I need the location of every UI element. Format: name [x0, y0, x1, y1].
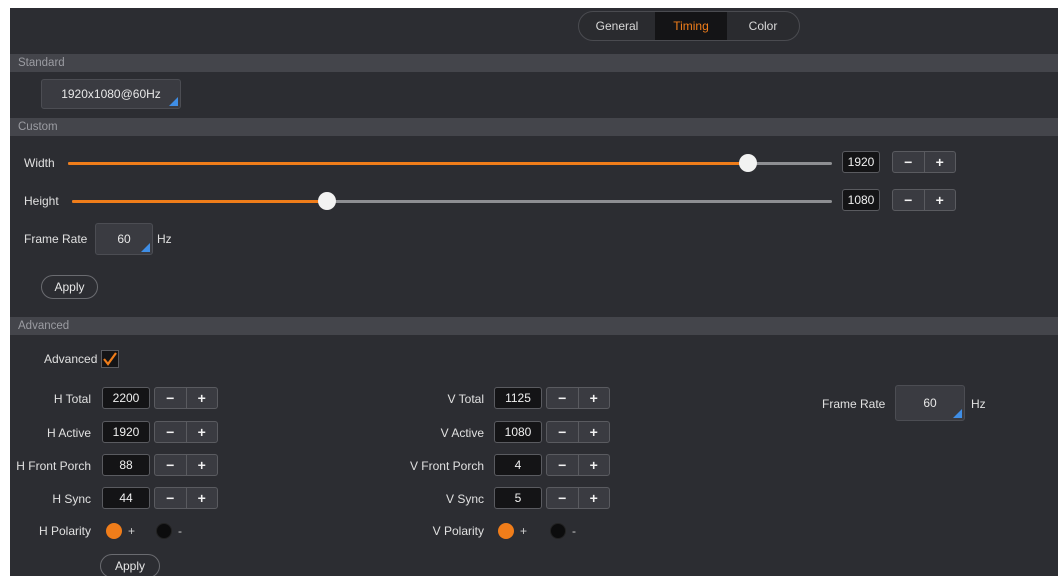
- h-front-porch-label: H Front Porch: [16, 459, 91, 473]
- v-total-label: V Total: [447, 392, 484, 406]
- custom-section-header: Custom: [10, 118, 1058, 136]
- h-polarity-negative-radio[interactable]: [156, 523, 172, 539]
- dropdown-corner-icon: [953, 409, 962, 418]
- advanced-frame-rate-value: 60: [923, 396, 937, 410]
- width-label: Width: [24, 156, 55, 170]
- h-active-plus-button[interactable]: +: [187, 422, 218, 442]
- v-front-porch-input[interactable]: 4: [494, 454, 542, 476]
- v-total-stepper: − +: [546, 387, 610, 409]
- custom-apply-button[interactable]: Apply: [41, 275, 98, 299]
- advanced-frame-rate-select[interactable]: 60: [895, 385, 965, 421]
- h-active-input[interactable]: 1920: [102, 421, 150, 443]
- v-sync-stepper: − +: [546, 487, 610, 509]
- h-front-porch-minus-button[interactable]: −: [155, 455, 187, 475]
- h-sync-stepper: − +: [154, 487, 218, 509]
- advanced-frame-rate-label: Frame Rate: [822, 397, 886, 411]
- h-total-label: H Total: [53, 392, 91, 406]
- width-slider-track[interactable]: [68, 162, 832, 165]
- dropdown-corner-icon: [169, 97, 178, 106]
- advanced-checkbox-label: Advanced: [44, 352, 98, 366]
- v-sync-label: V Sync: [445, 492, 484, 506]
- h-polarity-label: H Polarity: [38, 524, 91, 538]
- width-slider-thumb[interactable]: [739, 154, 757, 172]
- h-sync-plus-button[interactable]: +: [187, 488, 218, 508]
- h-active-label: H Active: [46, 426, 91, 440]
- v-polarity-positive-radio[interactable]: [498, 523, 514, 539]
- tab-general[interactable]: General: [579, 12, 655, 40]
- dropdown-corner-icon: [141, 243, 150, 252]
- v-total-minus-button[interactable]: −: [547, 388, 579, 408]
- height-slider-track[interactable]: [72, 200, 832, 203]
- height-input[interactable]: 1080: [842, 189, 880, 211]
- timing-panel: General Timing Color Standard 1920x1080@…: [10, 8, 1058, 576]
- width-input[interactable]: 1920: [842, 151, 880, 173]
- h-total-plus-button[interactable]: +: [187, 388, 218, 408]
- h-front-porch-input[interactable]: 88: [102, 454, 150, 476]
- height-slider-thumb[interactable]: [318, 192, 336, 210]
- height-plus-button[interactable]: +: [925, 190, 956, 210]
- v-front-porch-minus-button[interactable]: −: [547, 455, 579, 475]
- standard-resolution-value: 1920x1080@60Hz: [61, 87, 161, 101]
- width-slider-fill: [68, 162, 748, 165]
- v-polarity-positive-label: +: [520, 524, 528, 538]
- v-front-porch-label: V Front Porch: [409, 459, 484, 473]
- h-active-stepper: − +: [154, 421, 218, 443]
- custom-frame-rate-value: 60: [117, 232, 131, 246]
- v-polarity-negative-radio[interactable]: [550, 523, 566, 539]
- height-minus-button[interactable]: −: [893, 190, 925, 210]
- tab-color[interactable]: Color: [727, 12, 799, 40]
- v-polarity-negative-label: -: [572, 524, 576, 538]
- width-plus-button[interactable]: +: [925, 152, 956, 172]
- standard-section-header: Standard: [10, 54, 1058, 72]
- h-front-porch-stepper: − +: [154, 454, 218, 476]
- v-sync-input[interactable]: 5: [494, 487, 542, 509]
- height-slider-fill: [72, 200, 327, 203]
- h-polarity-negative-label: -: [178, 524, 182, 538]
- advanced-section-header: Advanced: [10, 317, 1058, 335]
- tab-bar: General Timing Color: [578, 11, 800, 41]
- h-total-minus-button[interactable]: −: [155, 388, 187, 408]
- v-active-stepper: − +: [546, 421, 610, 443]
- h-total-input[interactable]: 2200: [102, 387, 150, 409]
- advanced-frame-rate-unit: Hz: [971, 397, 986, 411]
- tab-timing[interactable]: Timing: [655, 12, 727, 40]
- h-polarity-positive-radio[interactable]: [106, 523, 122, 539]
- v-active-minus-button[interactable]: −: [547, 422, 579, 442]
- v-sync-minus-button[interactable]: −: [547, 488, 579, 508]
- width-stepper: − +: [892, 151, 956, 173]
- v-total-plus-button[interactable]: +: [579, 388, 610, 408]
- h-total-stepper: − +: [154, 387, 218, 409]
- advanced-apply-button[interactable]: Apply: [100, 554, 160, 576]
- v-front-porch-plus-button[interactable]: +: [579, 455, 610, 475]
- advanced-checkbox[interactable]: [101, 350, 119, 368]
- h-front-porch-plus-button[interactable]: +: [187, 455, 218, 475]
- width-minus-button[interactable]: −: [893, 152, 925, 172]
- h-sync-input[interactable]: 44: [102, 487, 150, 509]
- checkmark-icon: [103, 352, 117, 366]
- v-active-input[interactable]: 1080: [494, 421, 542, 443]
- height-stepper: − +: [892, 189, 956, 211]
- height-label: Height: [24, 194, 59, 208]
- v-front-porch-stepper: − +: [546, 454, 610, 476]
- custom-frame-rate-unit: Hz: [157, 232, 172, 246]
- h-active-minus-button[interactable]: −: [155, 422, 187, 442]
- v-active-label: V Active: [440, 426, 484, 440]
- v-active-plus-button[interactable]: +: [579, 422, 610, 442]
- h-sync-minus-button[interactable]: −: [155, 488, 187, 508]
- custom-frame-rate-label: Frame Rate: [24, 232, 88, 246]
- custom-frame-rate-select[interactable]: 60: [95, 223, 153, 255]
- v-polarity-label: V Polarity: [432, 524, 484, 538]
- v-sync-plus-button[interactable]: +: [579, 488, 610, 508]
- h-polarity-positive-label: +: [128, 524, 136, 538]
- standard-resolution-select[interactable]: 1920x1080@60Hz: [41, 79, 181, 109]
- v-total-input[interactable]: 1125: [494, 387, 542, 409]
- h-sync-label: H Sync: [52, 492, 91, 506]
